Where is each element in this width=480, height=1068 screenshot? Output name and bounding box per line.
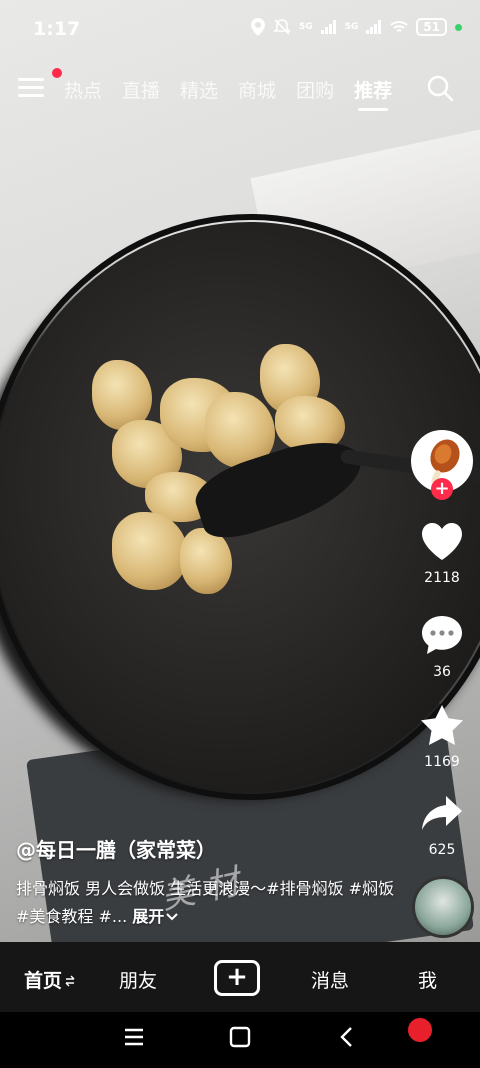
- top-tabs: 热点 直播 精选 商城 团购 推荐: [64, 76, 392, 111]
- comment-icon: [422, 616, 462, 654]
- nav-friends[interactable]: 朋友: [119, 966, 157, 993]
- comment-button[interactable]: 36: [410, 614, 474, 680]
- tab-hot[interactable]: 热点: [64, 76, 102, 103]
- share-count: 625: [428, 842, 456, 858]
- mute-icon: [273, 19, 291, 35]
- favorite-count: 1169: [424, 754, 460, 770]
- share-button[interactable]: 625: [410, 794, 474, 858]
- menu-icon[interactable]: [18, 78, 44, 100]
- tab-live[interactable]: 直播: [122, 76, 160, 103]
- back-icon[interactable]: [337, 1026, 357, 1048]
- nav-messages[interactable]: 消息: [311, 966, 349, 993]
- refresh-arrows-icon: [65, 975, 75, 987]
- battery-icon: 51: [416, 18, 447, 36]
- video-player[interactable]: [0, 0, 480, 942]
- follow-button[interactable]: +: [431, 478, 453, 500]
- location-icon: [250, 18, 265, 36]
- system-nav-bar: [0, 1012, 480, 1068]
- star-icon: [421, 705, 463, 745]
- favorite-button[interactable]: 1169: [410, 704, 474, 770]
- record-indicator-icon: [408, 1018, 432, 1042]
- like-button[interactable]: 2118: [410, 522, 474, 586]
- signal-2-label: 5G: [344, 22, 359, 32]
- signal-icon: [320, 20, 336, 34]
- tab-recommended[interactable]: 推荐: [354, 76, 392, 111]
- tab-mall[interactable]: 商城: [238, 76, 276, 103]
- bottom-nav: 首页 朋友 + 消息 我: [0, 942, 480, 1012]
- home-button-icon[interactable]: [229, 1026, 251, 1048]
- privacy-indicator-icon: [455, 23, 462, 31]
- music-disc[interactable]: [412, 876, 474, 938]
- nav-home-label: 首页: [24, 970, 63, 992]
- wifi-icon: [390, 21, 408, 32]
- like-count: 2118: [424, 570, 460, 586]
- share-icon: [422, 796, 462, 830]
- heart-icon: [422, 523, 462, 560]
- notification-dot: [52, 68, 62, 78]
- comment-count: 36: [433, 664, 451, 680]
- nav-home[interactable]: 首页: [24, 966, 75, 993]
- status-bar: 1:17 5G 5G 51: [0, 0, 480, 56]
- tab-group-buy[interactable]: 团购: [296, 76, 334, 103]
- signal-1-label: 5G: [298, 22, 313, 32]
- signal-icon: [366, 20, 382, 34]
- status-time: 1:17: [33, 18, 81, 40]
- recent-apps-icon[interactable]: [123, 1026, 145, 1048]
- top-nav: 热点 直播 精选 商城 团购 推荐: [0, 68, 480, 111]
- nav-me[interactable]: 我: [418, 966, 437, 993]
- create-button[interactable]: +: [214, 960, 260, 996]
- tab-featured[interactable]: 精选: [180, 76, 218, 103]
- expand-label: 展开: [132, 907, 165, 926]
- search-icon[interactable]: [426, 74, 454, 102]
- status-icons: 5G 5G 51: [250, 18, 462, 36]
